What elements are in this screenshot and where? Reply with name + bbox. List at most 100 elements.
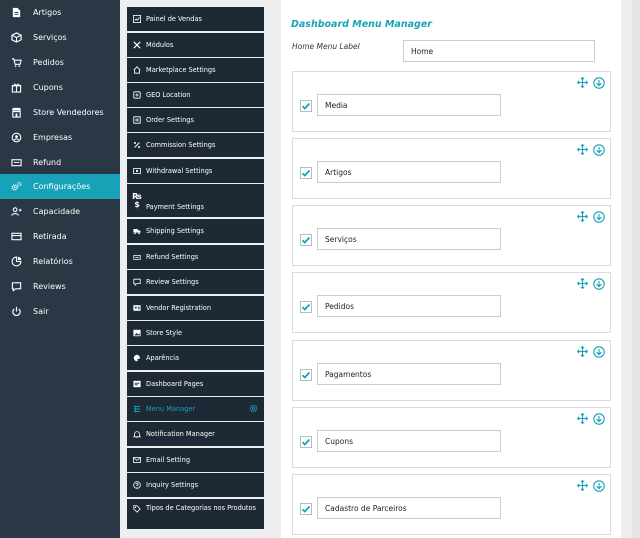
sidebar-item-sair[interactable]: Sair: [0, 299, 120, 324]
page-scrollbar[interactable]: [632, 0, 640, 538]
home-menu-label-input[interactable]: [403, 40, 595, 62]
sidebar-item-label: Sair: [33, 307, 49, 316]
submenu-item-marketplace-settings[interactable]: Marketplace Settings: [127, 58, 264, 82]
move-icon[interactable]: [577, 77, 588, 88]
sidebar-item-capacidade[interactable]: Capacidade: [0, 199, 120, 224]
sidebar-item-refund[interactable]: Refund: [0, 150, 120, 175]
arrow-down-circle-icon[interactable]: [593, 413, 605, 425]
submenu-item-tipos-de-categorias[interactable]: Tipos de Categorias nos Produtos: [127, 499, 264, 529]
arrow-down-circle-icon[interactable]: [593, 278, 605, 290]
sidebar-item-configuracoes[interactable]: Configurações: [0, 174, 120, 199]
user-plus-icon: [9, 205, 23, 219]
sidebar-item-label: Refund: [33, 158, 62, 167]
submenu-item-order-settings[interactable]: Order Settings: [127, 108, 264, 132]
move-icon[interactable]: [577, 413, 588, 424]
cart-icon: [132, 116, 142, 124]
submenu-item-label: Commission Settings: [146, 141, 216, 149]
menu-item-box: [292, 272, 611, 333]
submenu-item-payment-settings[interactable]: ₨ $ Payment Settings: [127, 184, 264, 217]
arrow-down-circle-icon[interactable]: [593, 144, 605, 156]
arrow-down-circle-icon[interactable]: [593, 346, 605, 358]
page-title: Dashboard Menu Manager: [291, 19, 432, 30]
check-icon: [301, 438, 311, 446]
submenu-item-painel-de-vendas[interactable]: Painel de Vendas: [127, 7, 264, 31]
envelope-icon: [132, 456, 142, 464]
menu-item-label-input[interactable]: [317, 430, 501, 452]
sidebar-item-relatorios[interactable]: Relatórios: [0, 249, 120, 274]
sidebar-item-label: Cupons: [33, 83, 63, 92]
menu-item-label-input[interactable]: [317, 295, 501, 317]
sidebar-item-cupons[interactable]: Cupons: [0, 75, 120, 100]
submenu-item-label: Payment Settings: [146, 202, 205, 211]
submenu-item-notification-manager[interactable]: Notification Manager: [127, 422, 264, 446]
submenu-item-label: Inquiry Settings: [146, 481, 199, 489]
sidebar-item-servicos[interactable]: Serviços: [0, 25, 120, 50]
submenu-item-email-setting[interactable]: Email Setting: [127, 448, 264, 472]
submenu-item-label: Notification Manager: [146, 430, 215, 438]
submenu-item-review-settings[interactable]: Review Settings: [127, 270, 264, 294]
check-icon: [301, 102, 311, 110]
menu-item-box: [292, 71, 611, 132]
submenu-item-shipping-settings[interactable]: Shipping Settings: [127, 219, 264, 243]
submenu-item-dashboard-pages[interactable]: Dashboard Pages: [127, 372, 264, 396]
sidebar-item-empresas[interactable]: Empresas: [0, 125, 120, 150]
menu-item-label-input[interactable]: [317, 497, 501, 519]
sidebar-item-pedidos[interactable]: Pedidos: [0, 50, 120, 75]
menu-item-label-input[interactable]: [317, 161, 501, 183]
badge-icon: [9, 131, 23, 145]
arrow-down-circle-icon[interactable]: [593, 77, 605, 89]
comment-icon: [9, 280, 23, 294]
chart-icon: [9, 255, 23, 269]
menu-item-checkbox[interactable]: [300, 167, 312, 179]
submenu-item-inquiry-settings[interactable]: Inquiry Settings: [127, 473, 264, 497]
gift-icon: [9, 81, 23, 95]
arrow-down-circle-icon[interactable]: [593, 480, 605, 492]
menu-item-label-input[interactable]: [317, 228, 501, 250]
menu-item-checkbox[interactable]: [300, 234, 312, 246]
move-icon[interactable]: [577, 480, 588, 491]
move-icon[interactable]: [577, 144, 588, 155]
submenu-item-withdrawal-settings[interactable]: Withdrawal Settings: [127, 159, 264, 183]
sidebar-item-retirada[interactable]: Retirada: [0, 224, 120, 249]
submenu-item-store-style[interactable]: Store Style: [127, 321, 264, 345]
submenu-item-label: Order Settings: [146, 116, 194, 124]
menu-item-checkbox[interactable]: [300, 100, 312, 112]
list-icon: [132, 405, 142, 413]
app-window: Artigos Serviços Pedidos Cupons Store Ve…: [0, 0, 640, 538]
move-icon[interactable]: [577, 278, 588, 289]
check-icon: [301, 303, 311, 311]
refund-icon: [9, 156, 23, 170]
menu-item-checkbox[interactable]: [300, 436, 312, 448]
submenu-item-label: Menu Manager: [146, 405, 196, 413]
submenu-item-commission-settings[interactable]: Commission Settings: [127, 133, 264, 157]
check-icon: [301, 371, 311, 379]
move-icon[interactable]: [577, 211, 588, 222]
submenu-item-menu-manager[interactable]: Menu Manager: [127, 397, 264, 421]
submenu-item-refund-settings[interactable]: Refund Settings: [127, 245, 264, 269]
menu-item-label-input[interactable]: [317, 94, 501, 116]
sidebar-item-label: Retirada: [33, 232, 67, 241]
submenu-item-label: Tipos de Categorias nos Produtos: [146, 504, 256, 512]
sidebar-item-reviews[interactable]: Reviews: [0, 274, 120, 299]
submenu-item-label: Shipping Settings: [146, 227, 204, 235]
move-icon[interactable]: [577, 346, 588, 357]
menu-item-checkbox[interactable]: [300, 369, 312, 381]
check-icon: [301, 505, 311, 513]
menu-item-checkbox[interactable]: [300, 301, 312, 313]
arrow-down-circle-icon[interactable]: [593, 211, 605, 223]
sidebar-item-store-vendedores[interactable]: Store Vendedores: [0, 100, 120, 125]
modules-icon: [132, 41, 142, 49]
cart-icon: [9, 56, 23, 70]
sidebar-item-label: Capacidade: [33, 207, 81, 216]
sidebar-item-artigos[interactable]: Artigos: [0, 0, 120, 25]
submenu-item-geo-location[interactable]: GEO Location: [127, 83, 264, 107]
menu-item-checkbox[interactable]: [300, 503, 312, 515]
menu-item-label-input[interactable]: [317, 363, 501, 385]
submenu-item-label: Dashboard Pages: [146, 380, 204, 388]
file-icon: [9, 6, 23, 20]
submenu-item-modulos[interactable]: Módulos: [127, 33, 264, 57]
submenu-item-aparencia[interactable]: Aparência: [127, 346, 264, 370]
menu-item-box: [292, 407, 611, 468]
menu-item-box: [292, 205, 611, 266]
submenu-item-vendor-registration[interactable]: Vendor Registration: [127, 296, 264, 320]
